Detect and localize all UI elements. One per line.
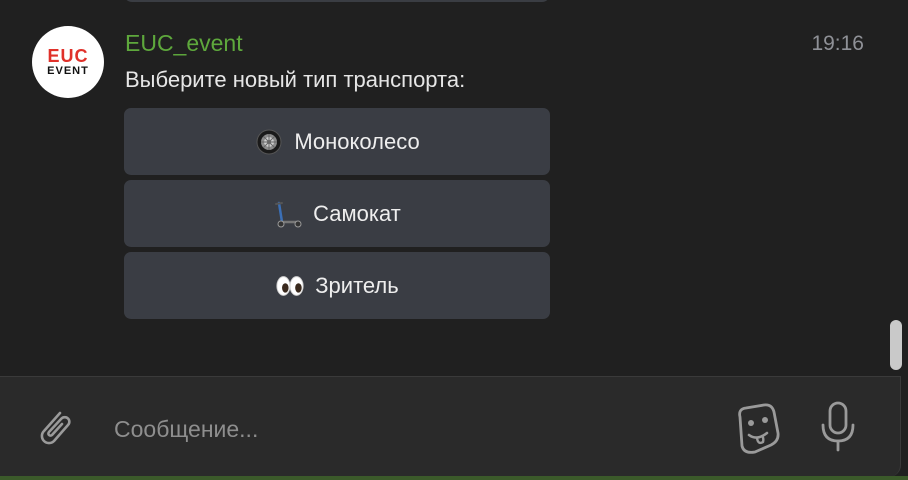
scrollbar-thumb[interactable] <box>890 320 902 370</box>
avatar-logo-line1: EUC <box>47 45 89 66</box>
keyboard-button-label: Моноколесо <box>294 128 420 154</box>
keyboard-button-monowheel[interactable]: Моноколесо <box>124 108 550 175</box>
message-text: Выберите новый тип транспорта: <box>125 67 466 92</box>
message-time: 19:16 <box>811 32 864 55</box>
sticker-icon[interactable] <box>730 401 786 457</box>
eyes-icon <box>275 272 305 300</box>
keyboard-button-label: Зритель <box>315 272 399 298</box>
desktop-background-strip <box>0 476 908 480</box>
wheel-icon <box>254 128 284 156</box>
paperclip-icon[interactable] <box>30 403 78 451</box>
chat-window: EUC EVENT EUC_event 19:16 Выберите новый… <box>0 0 908 480</box>
scooter-icon <box>273 200 303 228</box>
bot-message: EUC EVENT EUC_event 19:16 Выберите новый… <box>0 20 908 340</box>
avatar[interactable]: EUC EVENT <box>32 26 104 98</box>
microphone-icon[interactable] <box>816 399 860 455</box>
keyboard-button-label: Самокат <box>313 200 401 226</box>
keyboard-button-spectator[interactable]: Зритель <box>124 252 550 319</box>
previous-keyboard-button-edge[interactable] <box>124 0 550 2</box>
sender-name[interactable]: EUC_event <box>125 30 243 56</box>
avatar-logo-line2: EVENT <box>47 64 89 77</box>
message-input[interactable] <box>112 411 676 447</box>
message-composer <box>0 376 901 477</box>
keyboard-button-scooter[interactable]: Самокат <box>124 180 550 247</box>
